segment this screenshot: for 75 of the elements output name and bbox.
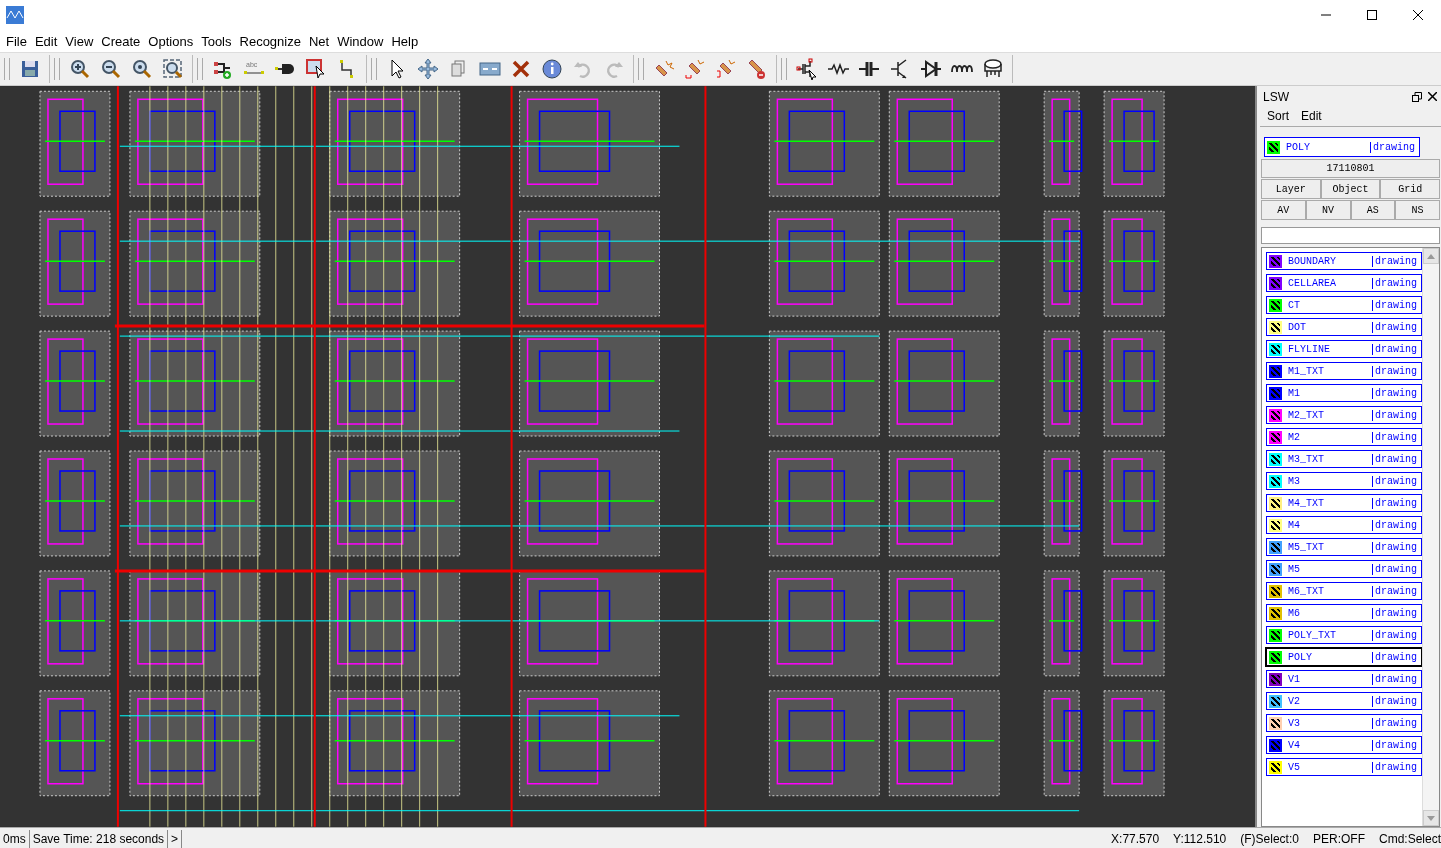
menu-item[interactable]: Create — [97, 33, 145, 49]
layer-row[interactable]: V3 drawing — [1266, 714, 1422, 732]
cylinder-icon[interactable] — [982, 58, 1004, 80]
menu-item[interactable]: Net — [304, 33, 334, 49]
status-text: > — [168, 830, 183, 848]
ruler-clear-icon[interactable] — [746, 58, 768, 80]
layer-row[interactable]: M3 drawing — [1266, 472, 1422, 490]
close-icon[interactable] — [1413, 10, 1423, 20]
layer-row[interactable]: M4 drawing — [1266, 516, 1422, 534]
restore-icon[interactable] — [1412, 92, 1422, 102]
cell-name-button[interactable]: 17110801 — [1261, 159, 1440, 178]
menu-item[interactable]: Options — [144, 33, 198, 49]
layer-row[interactable]: POLY_TXT drawing — [1266, 626, 1422, 644]
status-text: PER:OFF — [1312, 832, 1365, 846]
layer-row[interactable]: V1 drawing — [1266, 670, 1422, 688]
diode-icon[interactable] — [920, 58, 942, 80]
menu-item[interactable]: Window — [333, 33, 388, 49]
close-icon[interactable] — [1428, 92, 1437, 101]
menu-item[interactable]: Help — [387, 33, 423, 49]
layer-row[interactable]: V2 drawing — [1266, 692, 1422, 710]
layer-row[interactable]: FLYLINE drawing — [1266, 340, 1422, 358]
info-icon[interactable] — [541, 58, 563, 80]
delete-icon[interactable] — [510, 58, 532, 80]
layer-row[interactable]: CELLAREA drawing — [1266, 274, 1422, 292]
menu-item[interactable]: File — [2, 33, 31, 49]
zoom-out-icon[interactable] — [100, 58, 122, 80]
layer-row[interactable]: CT drawing — [1266, 296, 1422, 314]
layer-row[interactable]: V4 drawing — [1266, 736, 1422, 754]
ruler-horizontal-icon[interactable] — [684, 58, 706, 80]
status-text: Save Time: 218 seconds — [29, 830, 169, 848]
zoom-in-icon[interactable] — [69, 58, 91, 80]
menu-item[interactable]: Tools — [197, 33, 236, 49]
layer-row[interactable]: M6_TXT drawing — [1266, 582, 1422, 600]
menu-item[interactable]: Edit — [30, 33, 62, 49]
menu-item[interactable]: Sort — [1267, 109, 1289, 123]
panel-button[interactable]: Object — [1320, 179, 1381, 199]
layer-row[interactable]: M5_TXT drawing — [1266, 538, 1422, 556]
panel-button[interactable]: NS — [1395, 200, 1440, 220]
status-text: X:77.570 — [1111, 832, 1160, 846]
transistor-select-icon[interactable] — [796, 58, 818, 80]
layer-row[interactable]: POLY drawing — [1265, 647, 1423, 667]
layer-row[interactable]: M3_TXT drawing — [1266, 450, 1422, 468]
save-icon[interactable] — [19, 58, 41, 80]
ruler-vertical-icon[interactable] — [715, 58, 737, 80]
layer-row[interactable]: V5 drawing — [1266, 758, 1422, 776]
layer-row[interactable]: M1 drawing — [1266, 384, 1422, 402]
status-text: (F)Select:0 — [1240, 832, 1299, 846]
layer-row[interactable]: DOT drawing — [1266, 318, 1422, 336]
current-layer: POLY drawing — [1264, 137, 1420, 157]
layer-row[interactable]: M5 drawing — [1266, 560, 1422, 578]
menu-item[interactable]: View — [61, 33, 98, 49]
filter-field[interactable] — [1261, 227, 1440, 244]
panel-button[interactable]: AV — [1261, 200, 1306, 220]
layer-row[interactable]: M6 drawing — [1266, 604, 1422, 622]
zoom-fit-icon[interactable] — [131, 58, 153, 80]
layer-row[interactable]: M2 drawing — [1266, 428, 1422, 446]
panel-button[interactable]: NV — [1305, 200, 1351, 220]
select-box-icon[interactable] — [305, 58, 327, 80]
app-icon — [6, 6, 24, 24]
status-text: Cmd:Select — [1378, 832, 1441, 846]
panel-button[interactable]: Layer — [1261, 179, 1321, 199]
status-text: Y:112.510 — [1173, 832, 1227, 846]
panel-button[interactable]: AS — [1350, 200, 1396, 220]
layer-row[interactable]: M2_TXT drawing — [1266, 406, 1422, 424]
maximize-icon[interactable] — [1367, 10, 1377, 20]
panel-button[interactable]: Grid — [1380, 179, 1440, 199]
layer-row[interactable]: M4_TXT drawing — [1266, 494, 1422, 512]
menu-item[interactable]: Recognize — [235, 33, 305, 49]
menu-item[interactable]: Edit — [1301, 109, 1322, 123]
zoom-area-icon[interactable] — [162, 58, 184, 80]
panel-title: LSW — [1263, 90, 1289, 104]
move-icon[interactable] — [417, 58, 439, 80]
layer-row[interactable]: M1_TXT drawing — [1266, 362, 1422, 380]
status-text: 0ms — [0, 830, 30, 848]
layer-row[interactable]: BOUNDARY drawing — [1266, 252, 1422, 270]
